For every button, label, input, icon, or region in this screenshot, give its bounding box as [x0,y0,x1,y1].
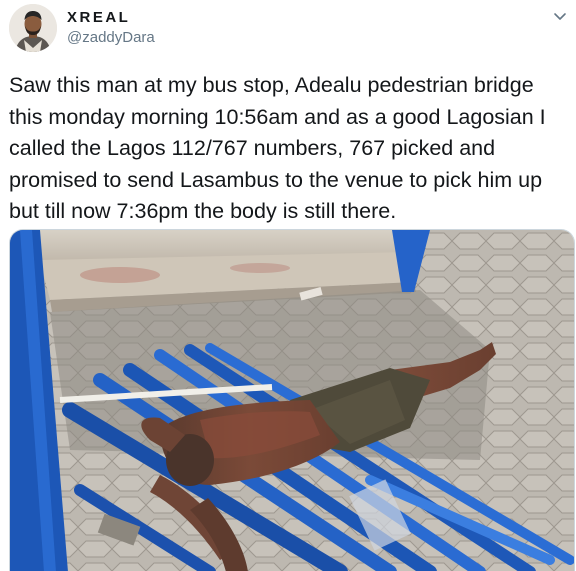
tweet-photo[interactable] [9,229,575,571]
tweet-text: Saw this man at my bus stop, Adealu pede… [9,73,546,223]
display-name[interactable]: XREAL [67,9,130,26]
user-handle[interactable]: @zaddyDara [67,29,155,46]
avatar[interactable] [9,4,57,52]
chevron-down-icon[interactable] [552,8,568,24]
tweet: XREAL @zaddyDara Saw this man at my bus … [0,0,576,571]
